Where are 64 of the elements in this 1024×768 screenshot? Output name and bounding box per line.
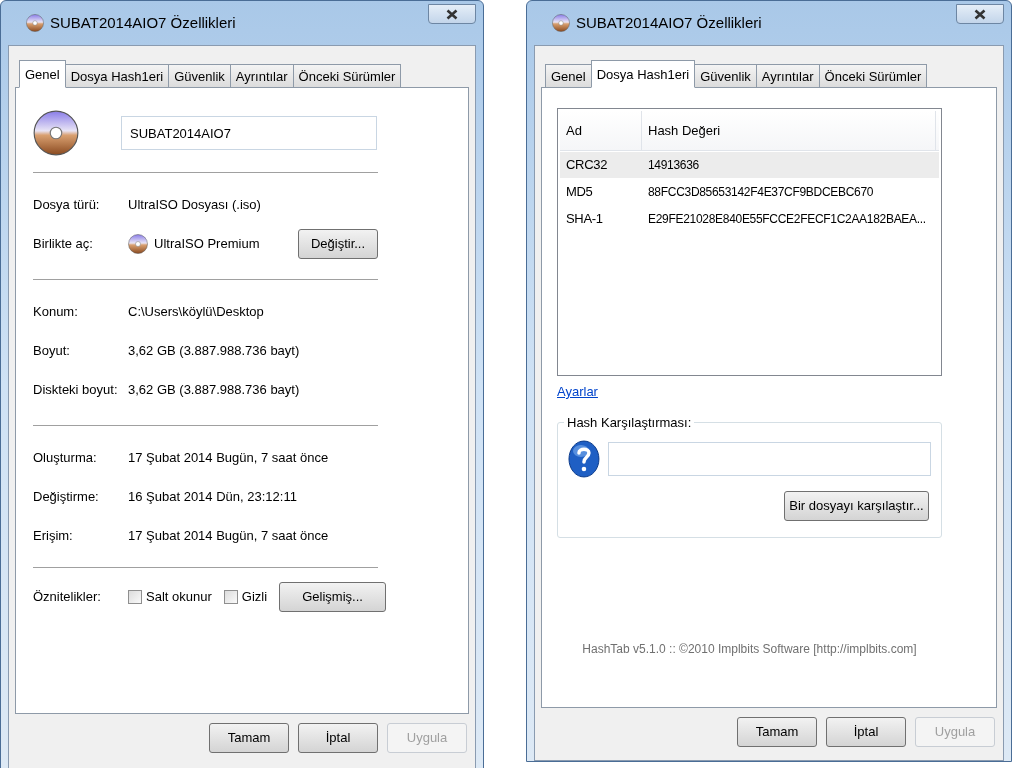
dialog-button[interactable]: İptal [826, 717, 906, 747]
checkbox[interactable] [223, 590, 238, 604]
column-header[interactable]: Ad [560, 111, 642, 150]
close-button[interactable] [428, 4, 476, 24]
table-cell-text: E29FE21028E840E55FCCE2FECF1C2AA182BAEA... [647, 211, 927, 228]
tab[interactable]: Dosya Hash1eri [64, 64, 170, 88]
close-icon [446, 8, 458, 20]
table-cell-text: MD5 [565, 183, 594, 202]
table-cell-text: SHA-1 [565, 210, 604, 229]
disc-icon [26, 14, 44, 32]
disc-icon [33, 110, 79, 156]
version-text: HashTab v5.1.0 :: ©2010 Implbits Software [http://implbits.com] [582, 640, 917, 658]
tab[interactable]: Genel [545, 64, 592, 88]
property-label: Dosya türü: [33, 195, 101, 214]
checkbox-label: Gizli [241, 588, 268, 607]
window-title: SUBAT2014AIO7 Özellikleri [576, 12, 762, 33]
tab[interactable]: Önceki Sürümler [292, 64, 402, 88]
property-value: 17 Şubat 2014 Bugün, 7 saat önce [128, 448, 329, 467]
property-value: 16 Şubat 2014 Dün, 23:12:11 [128, 487, 297, 506]
tab[interactable]: Güvenlik [694, 64, 757, 88]
column-header[interactable]: Hash Değeri [642, 111, 936, 150]
disc-icon [552, 14, 570, 32]
hash-row[interactable]: MD5 88FCC3D85653142F4E37CF9BDCEBC670 [560, 179, 939, 205]
tab[interactable]: Dosya Hash1eri [590, 60, 696, 88]
settings-link[interactable]: Ayarlar [557, 382, 598, 402]
close-icon [974, 8, 986, 20]
property-value: UltraISO Premium [154, 234, 261, 253]
dialog-button[interactable]: Gelişmiş... [279, 582, 387, 612]
checkbox[interactable] [128, 590, 142, 604]
property-value: 3,62 GB (3.887.988.736 bayt) [128, 380, 300, 399]
property-label: Birlikte aç: [33, 234, 94, 253]
tab[interactable]: Ayrıntılar [229, 64, 294, 88]
property-label: Konum: [33, 302, 79, 321]
dialog-button[interactable]: Bir dosyayı karşılaştır... [784, 490, 929, 521]
property-value: 17 Şubat 2014 Bugün, 7 saat önce [128, 526, 329, 545]
property-value: 3,62 GB (3.887.988.736 bayt) [128, 341, 300, 360]
checkbox-label: Salt okunur [146, 588, 212, 607]
tab[interactable]: Önceki Sürümler [818, 64, 928, 88]
property-label: Öznitelikler: [33, 588, 102, 607]
window-title: SUBAT2014AIO7 Özellikleri [50, 12, 236, 33]
table-cell-text: CRC32 [565, 156, 609, 175]
property-label: Değiştirme: [33, 487, 100, 506]
tab[interactable]: Genel [19, 60, 66, 88]
tab[interactable]: Güvenlik [168, 64, 231, 88]
property-value: C:\Users\köylü\Desktop [128, 302, 264, 321]
close-button[interactable] [956, 4, 1004, 24]
file-name-field[interactable]: SUBAT2014AIO7 [121, 116, 377, 150]
hash-compare-field[interactable] [607, 441, 931, 476]
disc-icon [128, 233, 148, 254]
property-label: Diskteki boyut: [33, 380, 119, 399]
property-value: UltraISO Dosyası (.iso) [128, 195, 261, 214]
dialog-button[interactable]: Tamam [737, 717, 817, 747]
property-label: Erişim: [33, 526, 74, 545]
table-cell-text: 14913636 [647, 157, 700, 174]
hash-row[interactable]: SHA-1 E29FE21028E840E55FCCE2FECF1C2AA182BAEA... [560, 206, 939, 232]
hash-row[interactable]: CRC32 14913636 [560, 152, 939, 178]
dialog-button[interactable]: Tamam [209, 723, 289, 753]
tab[interactable]: Ayrıntılar [755, 64, 820, 88]
help-icon [568, 438, 602, 479]
property-label: Boyut: [33, 341, 71, 360]
dialog-button[interactable]: Değiştir... [298, 228, 378, 259]
dialog-button[interactable]: İptal [298, 723, 378, 753]
table-cell-text: 88FCC3D85653142F4E37CF9BDCEBC670 [647, 184, 875, 201]
property-label: Oluşturma: [33, 448, 98, 467]
